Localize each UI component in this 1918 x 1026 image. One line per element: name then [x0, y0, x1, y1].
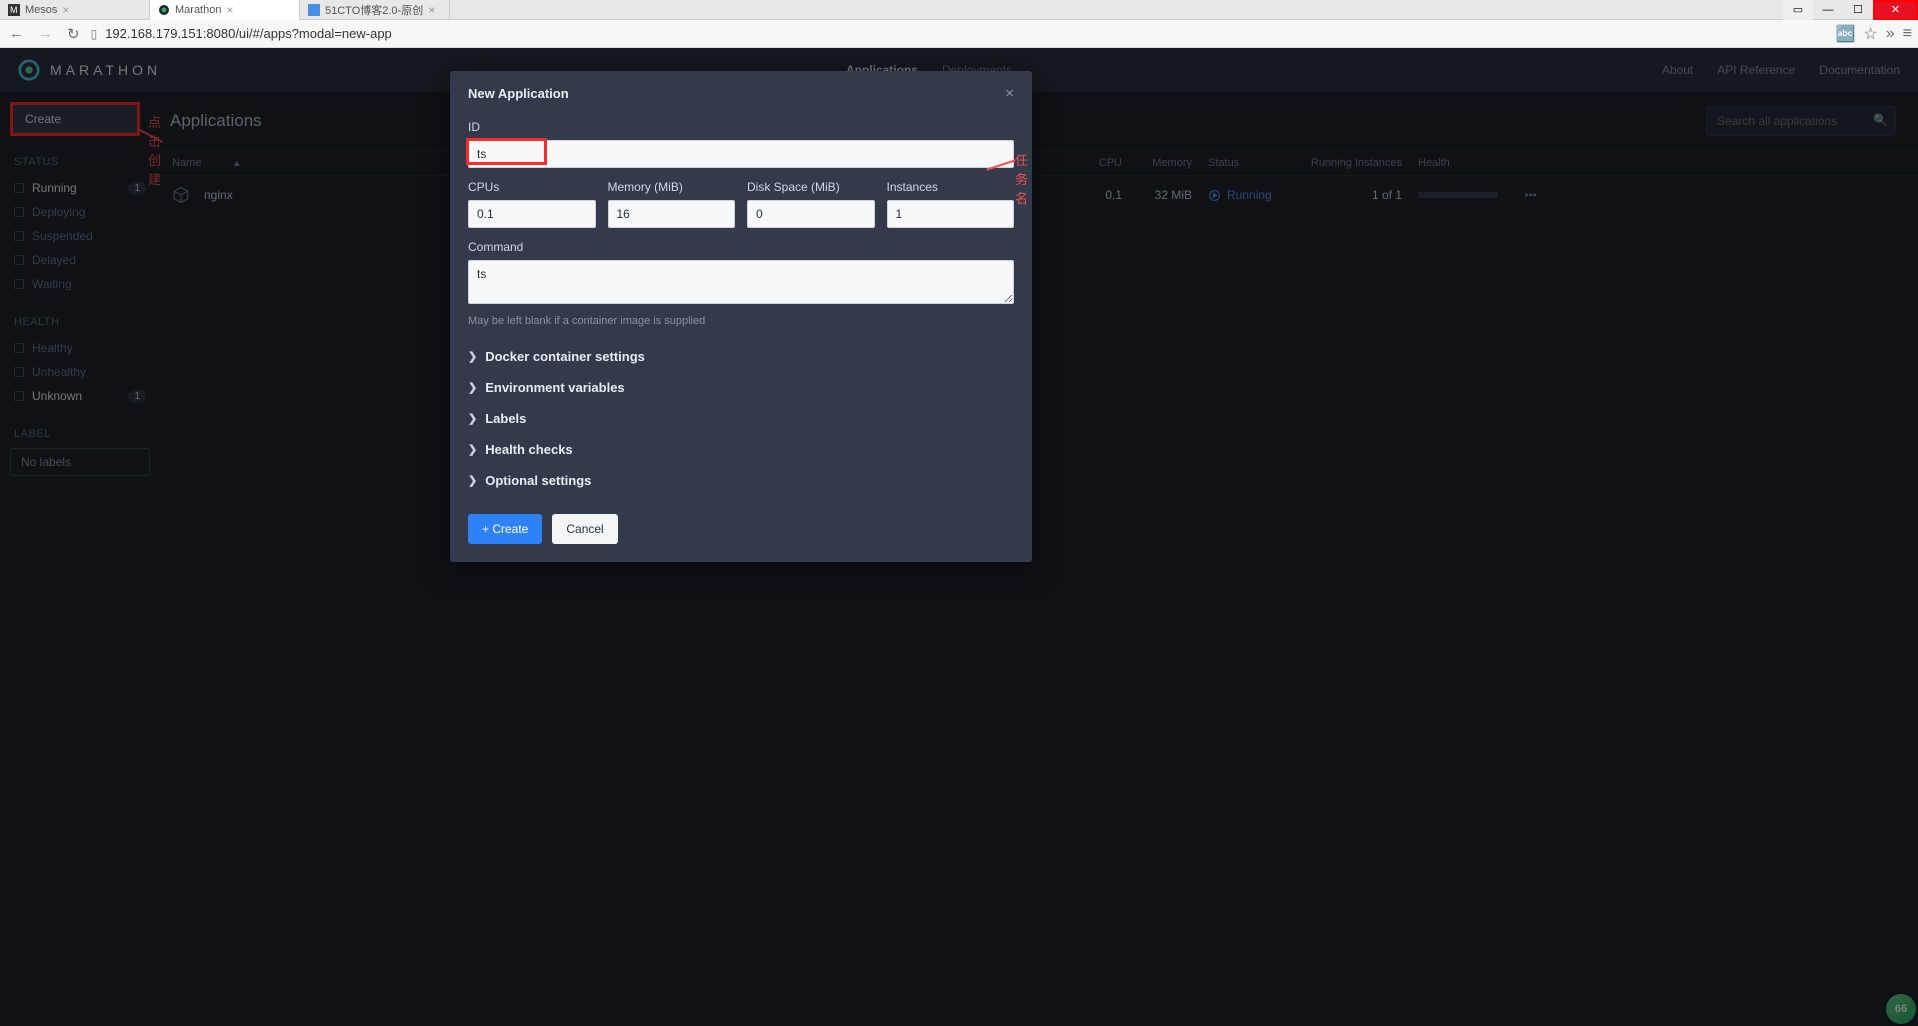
- address-bar: ← → ↻ ▯ 192.168.179.151:8080/ui/#/apps?m…: [0, 20, 1918, 48]
- cpus-label: CPUs: [468, 180, 596, 194]
- chevron-right-icon: ❯: [468, 443, 477, 456]
- window-minimize-icon[interactable]: —: [1813, 0, 1843, 20]
- menu-icon[interactable]: ≡: [1903, 25, 1912, 43]
- accordion-docker-container-settings[interactable]: ❯Docker container settings: [468, 341, 1014, 372]
- command-hint: May be left blank if a container image i…: [468, 315, 1014, 327]
- command-label: Command: [468, 240, 1014, 254]
- tab-title: Mesos: [25, 4, 57, 16]
- nav-reload-icon[interactable]: ↻: [64, 25, 83, 43]
- nav-back-icon[interactable]: ←: [6, 25, 27, 42]
- window-controls: ▭ — ☐ ✕: [1783, 0, 1918, 20]
- modal-cancel-button[interactable]: Cancel: [552, 514, 617, 544]
- tab-close-icon[interactable]: ×: [428, 3, 435, 17]
- chevron-right-icon: ❯: [468, 474, 477, 487]
- svg-text:M: M: [10, 5, 18, 15]
- modal-close-icon[interactable]: ×: [1005, 85, 1014, 102]
- disk-input[interactable]: [747, 200, 875, 228]
- command-input[interactable]: [468, 260, 1014, 304]
- accordion-environment-variables[interactable]: ❯Environment variables: [468, 372, 1014, 403]
- id-label: ID: [468, 120, 1014, 134]
- annotation-taskname: 任务名: [1015, 150, 1032, 207]
- chevron-right-icon: ❯: [468, 350, 477, 363]
- mesos-favicon-icon: M: [8, 4, 20, 16]
- browser-tab-mesos[interactable]: M Mesos ×: [0, 0, 150, 20]
- cpus-input[interactable]: [468, 200, 596, 228]
- tab-title: Marathon: [175, 4, 221, 16]
- window-people-icon[interactable]: ▭: [1783, 0, 1813, 20]
- window-maximize-icon[interactable]: ☐: [1843, 0, 1873, 20]
- url-field[interactable]: 192.168.179.151:8080/ui/#/apps?modal=new…: [105, 26, 1827, 41]
- tab-close-icon[interactable]: ×: [62, 3, 69, 17]
- page-info-icon[interactable]: ▯: [91, 27, 98, 41]
- modal-create-button[interactable]: + Create: [468, 514, 542, 544]
- accordion-labels[interactable]: ❯Labels: [468, 403, 1014, 434]
- new-application-modal: 任务名 New Application × ID CPUs Memory (Mi…: [450, 71, 1032, 562]
- tab-close-icon[interactable]: ×: [226, 3, 233, 17]
- chevron-right-icon: ❯: [468, 412, 477, 425]
- id-input[interactable]: [468, 140, 1014, 168]
- blog-favicon-icon: [308, 4, 320, 16]
- instances-input[interactable]: [887, 200, 1015, 228]
- disk-label: Disk Space (MiB): [747, 180, 875, 194]
- browser-tab-51cto[interactable]: 51CTO博客2.0-原创 ×: [300, 0, 450, 20]
- accordion-health-checks[interactable]: ❯Health checks: [468, 434, 1014, 465]
- modal-title: New Application: [468, 86, 569, 101]
- memory-label: Memory (MiB): [608, 180, 736, 194]
- instances-label: Instances: [887, 180, 1015, 194]
- marathon-favicon-icon: [158, 4, 170, 16]
- tab-title: 51CTO博客2.0-原创: [325, 2, 423, 18]
- window-close-icon[interactable]: ✕: [1873, 0, 1918, 20]
- browser-tab-marathon[interactable]: Marathon ×: [150, 0, 300, 20]
- chevron-right-icon: ❯: [468, 381, 477, 394]
- memory-input[interactable]: [608, 200, 736, 228]
- browser-tab-strip: M Mesos × Marathon × 51CTO博客2.0-原创 × ▭ —…: [0, 0, 1918, 20]
- bookmark-star-icon[interactable]: ☆: [1863, 24, 1877, 44]
- accordion-optional-settings[interactable]: ❯Optional settings: [468, 465, 1014, 496]
- nav-forward-icon[interactable]: →: [35, 25, 56, 42]
- translate-icon[interactable]: 🔤: [1835, 24, 1855, 44]
- overflow-icon[interactable]: »: [1886, 25, 1895, 43]
